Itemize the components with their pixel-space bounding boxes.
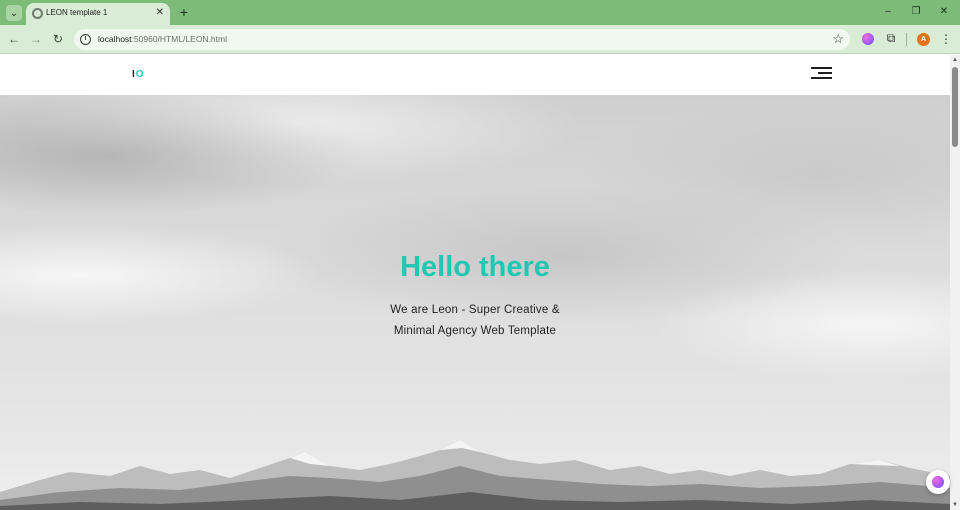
restore-button[interactable]: ❐ (908, 4, 924, 20)
tab-search-button[interactable]: ⌄ (6, 5, 22, 21)
scroll-down-arrow-icon[interactable]: ▼ (952, 502, 958, 508)
browser-tab[interactable]: LEON template 1 ✕ (26, 3, 170, 25)
tab-strip: ⌄ LEON template 1 ✕ + – ❐ ✕ (0, 0, 960, 25)
hero-subtitle-line-2: Minimal Agency Web Template (393, 325, 557, 337)
browser-toolbar: ← → ↻ i localhost:50960/HTML/LEON.html ☆ (0, 25, 960, 54)
floating-assistant-button[interactable] (926, 470, 950, 494)
hero-subtitle: We are Leon - Super Creative & Minimal A… (0, 300, 950, 342)
minimize-button[interactable]: – (880, 4, 896, 20)
profile-avatar[interactable]: A (917, 33, 930, 46)
scroll-up-arrow-icon[interactable]: ▲ (952, 57, 958, 63)
extension-icon[interactable] (862, 33, 874, 45)
mountains-image (0, 440, 950, 510)
forward-button[interactable]: → (28, 31, 44, 47)
page-scrollbar[interactable]: ▲ ▼ (950, 55, 960, 510)
hero-subtitle-line-1: We are Leon - Super Creative & (390, 304, 560, 316)
back-button[interactable]: ← (6, 31, 22, 47)
scrollbar-thumb[interactable] (952, 67, 958, 147)
chevron-down-icon: ⌄ (9, 7, 19, 19)
url-text[interactable]: localhost:50960/HTML/LEON.html (98, 34, 227, 44)
hamburger-menu-icon[interactable] (811, 67, 832, 79)
address-bar[interactable]: i localhost:50960/HTML/LEON.html ☆ (74, 29, 850, 50)
tab-title: LEON template 1 (46, 8, 108, 17)
globe-icon (32, 8, 43, 19)
reload-button[interactable]: ↻ (50, 31, 66, 47)
extensions-puzzle-icon[interactable]: ⧉ (884, 31, 898, 47)
browser-menu-icon[interactable]: ⋮ (940, 31, 952, 47)
close-window-button[interactable]: ✕ (936, 4, 952, 20)
hero-title: Hello there (400, 251, 550, 283)
site-info-icon[interactable]: i (80, 34, 91, 45)
assistant-icon (932, 476, 944, 488)
close-tab-icon[interactable]: ✕ (156, 6, 164, 20)
new-tab-button[interactable]: + (176, 3, 192, 21)
bookmark-star-icon[interactable]: ☆ (832, 31, 844, 47)
site-header: IO (0, 55, 950, 95)
hero-section: Hello there We are Leon - Super Creative… (0, 95, 950, 510)
toolbar-divider (906, 33, 907, 46)
site-logo[interactable]: IO (132, 69, 145, 80)
page-viewport: IO Hello there We are Leon - Super Creat… (0, 55, 960, 510)
